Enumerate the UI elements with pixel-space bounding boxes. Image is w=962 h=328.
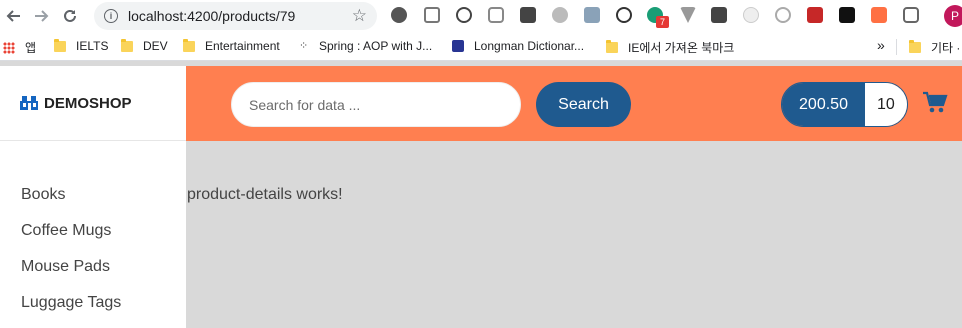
url-text: localhost:4200/products/79 [128,8,296,24]
browser-toolbar: i localhost:4200/products/79 ☆ 7 P [0,0,962,32]
forward-icon[interactable] [29,4,53,28]
bookmark-label: Entertainment [205,39,280,53]
product-details-message: product-details works! [187,186,343,203]
spring-icon: ⁘ [299,40,309,52]
bookmark-label: DEV [143,39,168,53]
bookmark-label: IE에서 가져온 북마크 [628,41,735,55]
extension-icon[interactable] [520,7,536,23]
info-icon[interactable]: i [104,9,118,23]
star-icon[interactable]: ☆ [352,6,367,26]
extension-icon[interactable] [743,7,759,23]
bookmark-dev[interactable]: DEV [121,38,168,53]
bookmarks-bar: 앱 IELTS DEV Entertainment ⁘ Spring : AOP… [0,32,962,61]
store-icon [20,96,38,110]
profile-avatar[interactable]: P [944,5,962,27]
extension-icon[interactable] [616,7,632,23]
bookmark-other[interactable]: 기타 · [909,39,960,56]
category-item-luggage-tags[interactable]: Luggage Tags [21,294,121,312]
apps-icon [3,41,15,54]
extension-icon[interactable] [424,7,440,23]
extension-icon[interactable] [871,7,887,23]
cart-summary[interactable]: 200.50 10 [781,82,908,127]
search-input[interactable] [231,82,521,127]
address-bar[interactable]: i localhost:4200/products/79 ☆ [94,2,377,30]
bookmark-spring[interactable]: ⁘ Spring : AOP with J... [299,39,432,53]
category-sidebar: Books Coffee Mugs Mouse Pads Luggage Tag… [0,141,186,328]
extension-icon[interactable] [807,7,823,23]
extension-icon[interactable] [903,7,919,23]
bookmark-label: Spring : AOP with J... [319,39,433,53]
divider [896,39,897,55]
bookmark-label: IELTS [76,39,109,53]
folder-icon [606,40,618,53]
extension-icon[interactable] [775,7,791,23]
bookmark-longman[interactable]: Longman Dictionar... [452,39,584,53]
folder-icon [183,38,195,52]
folder-icon [121,38,133,52]
bookmark-label: 기타 · [931,41,961,55]
notification-badge: 7 [656,16,669,28]
folder-icon [909,40,921,53]
bookmark-ielts[interactable]: IELTS [54,38,109,53]
app-header: DEMOSHOP Search 200.50 10 [0,66,962,141]
terminal-icon[interactable] [839,7,855,23]
category-item-books[interactable]: Books [21,186,65,204]
logo[interactable]: DEMOSHOP [0,66,186,141]
cart-total: 200.50 [782,83,865,126]
extension-icon[interactable] [584,7,600,23]
longman-icon [452,40,464,52]
bookmark-entertainment[interactable]: Entertainment [183,38,280,53]
extension-icon[interactable] [488,7,504,23]
extension-icon[interactable] [391,7,407,23]
category-item-coffee-mugs[interactable]: Coffee Mugs [21,222,111,240]
bookmarks-overflow[interactable]: » [877,37,885,53]
bookmark-label: Longman Dictionar... [474,39,585,53]
bookmark-label: 앱 [25,41,37,55]
cart-count: 10 [865,83,907,126]
extension-icon[interactable] [711,7,727,23]
cart-icon[interactable] [922,91,950,115]
category-item-mouse-pads[interactable]: Mouse Pads [21,258,110,276]
extension-icon[interactable] [456,7,472,23]
back-icon[interactable] [2,4,26,28]
bookmark-apps[interactable]: 앱 [3,39,36,56]
bookmark-ie-imported[interactable]: IE에서 가져온 북마크 [606,39,734,56]
search-button[interactable]: Search [536,82,631,127]
folder-icon [54,38,66,52]
extension-icon[interactable] [680,7,696,23]
logo-text: DEMOSHOP [44,94,132,112]
extension-icon[interactable] [552,7,568,23]
reload-icon[interactable] [58,4,82,28]
